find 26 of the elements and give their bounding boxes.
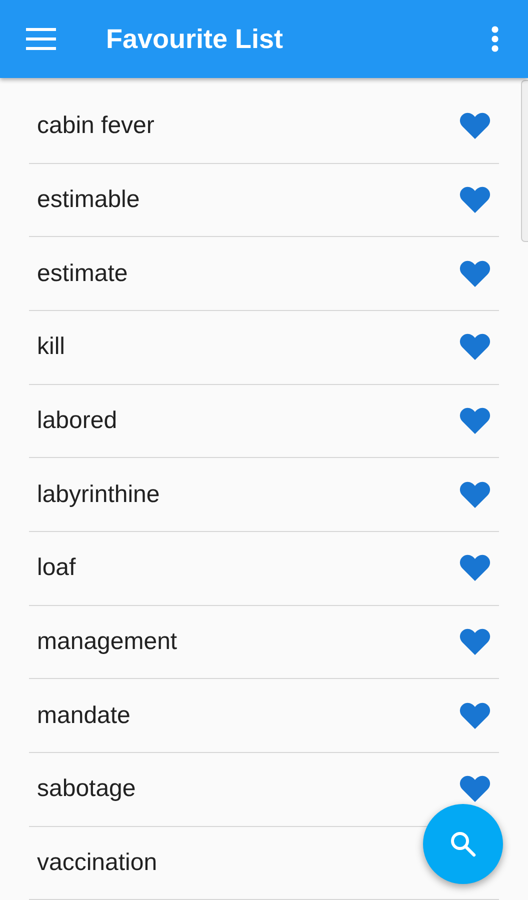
heart-icon[interactable] xyxy=(459,553,491,584)
word-label[interactable]: sabotage xyxy=(37,775,136,804)
search-icon xyxy=(449,830,477,858)
heart-icon[interactable] xyxy=(459,480,491,510)
heart-icon[interactable] xyxy=(459,774,491,804)
heart-icon[interactable] xyxy=(459,184,491,215)
heart-icon[interactable] xyxy=(459,626,491,657)
word-label[interactable]: cabin fever xyxy=(37,112,154,140)
more-options-icon[interactable] xyxy=(490,26,500,52)
heart-icon[interactable] xyxy=(459,258,491,289)
word-label[interactable]: labored xyxy=(37,406,118,435)
word-label[interactable]: labyrinthine xyxy=(37,480,160,509)
heart-icon[interactable] xyxy=(459,332,491,362)
search-button[interactable] xyxy=(423,804,503,884)
heart-icon[interactable] xyxy=(459,111,491,142)
app-title: Favourite List xyxy=(106,24,284,54)
word-label[interactable]: loaf xyxy=(37,554,76,582)
word-label[interactable]: vaccination xyxy=(37,848,158,877)
word-label[interactable]: estimable xyxy=(37,186,140,214)
heart-icon[interactable] xyxy=(459,406,491,436)
word-label[interactable]: estimate xyxy=(37,260,128,288)
word-label[interactable]: management xyxy=(37,628,178,656)
heart-icon[interactable] xyxy=(459,700,491,731)
menu-icon[interactable] xyxy=(26,28,56,50)
word-label[interactable]: mandate xyxy=(37,702,130,730)
word-label[interactable]: kill xyxy=(37,333,65,362)
